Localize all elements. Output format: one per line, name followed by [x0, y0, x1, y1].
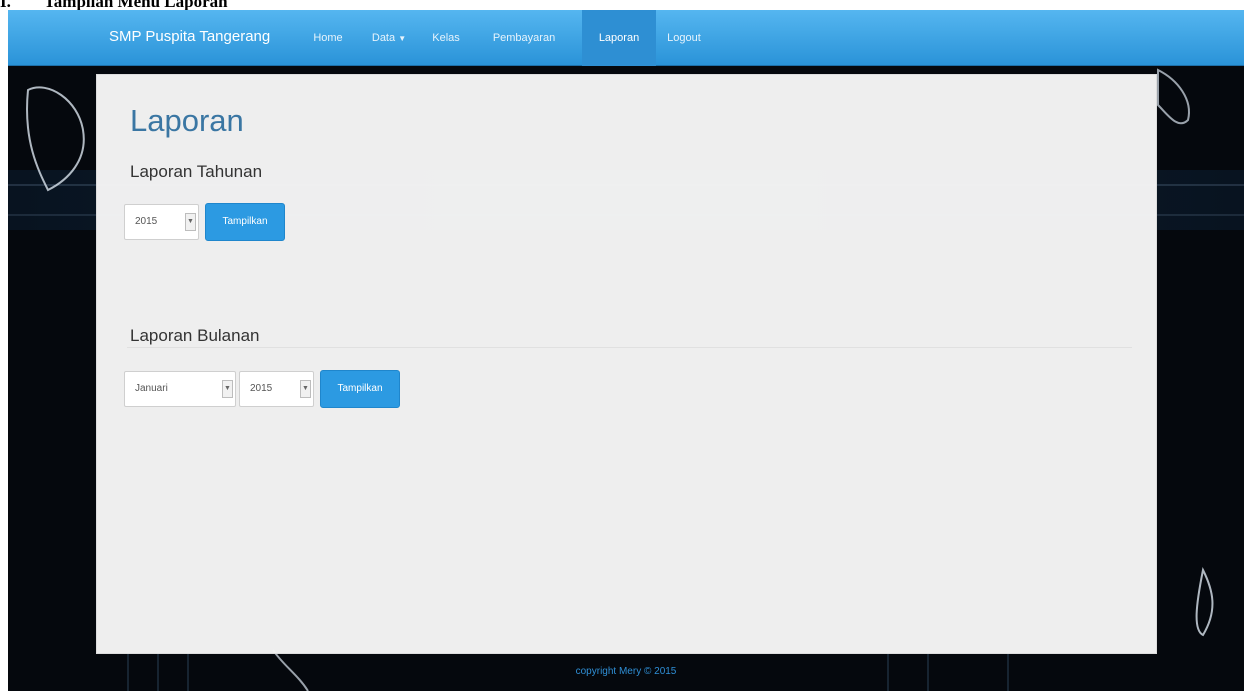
year-select-tahunan-value: 2015 — [135, 216, 158, 227]
nav-pembayaran[interactable]: Pembayaran — [484, 10, 564, 66]
content-panel: Laporan Laporan Tahunan 2015 ▼ Tampilkan… — [96, 74, 1157, 654]
nav-logout[interactable]: Logout — [662, 10, 706, 66]
tampilkan-bulanan-button[interactable]: Tampilkan — [320, 370, 400, 408]
nav-data-label: Data — [371, 32, 396, 44]
section-divider — [127, 347, 1132, 348]
top-navbar: SMP Puspita Tangerang Home Data ▼ Kelas … — [8, 10, 1244, 66]
month-select-bulanan-value: Januari — [135, 383, 168, 394]
footer-copyright: copyright Mery © 2015 — [575, 666, 677, 677]
nav-data[interactable]: Data ▼ — [362, 10, 416, 66]
year-select-bulanan-value: 2015 — [250, 383, 273, 394]
section-title-tahunan: Laporan Tahunan — [130, 162, 263, 181]
page-title: Laporan — [130, 103, 244, 138]
month-select-bulanan[interactable]: Januari ▼ — [124, 371, 236, 407]
dropdown-arrow-icon: ▼ — [185, 213, 196, 231]
brand-link[interactable]: SMP Puspita Tangerang — [109, 28, 270, 50]
dropdown-arrow-icon: ▼ — [222, 380, 233, 398]
year-select-tahunan[interactable]: 2015 ▼ — [124, 204, 199, 240]
year-select-bulanan[interactable]: 2015 ▼ — [239, 371, 314, 407]
nav-laporan[interactable]: Laporan — [582, 10, 656, 66]
section-title-bulanan: Laporan Bulanan — [130, 326, 260, 345]
nav-kelas[interactable]: Kelas — [426, 10, 466, 66]
caret-down-icon: ▼ — [398, 34, 407, 43]
dropdown-arrow-icon: ▼ — [300, 380, 311, 398]
tampilkan-tahunan-button[interactable]: Tampilkan — [205, 203, 285, 241]
app-screen: SMP Puspita Tangerang Home Data ▼ Kelas … — [8, 10, 1244, 691]
nav-home[interactable]: Home — [304, 10, 352, 66]
